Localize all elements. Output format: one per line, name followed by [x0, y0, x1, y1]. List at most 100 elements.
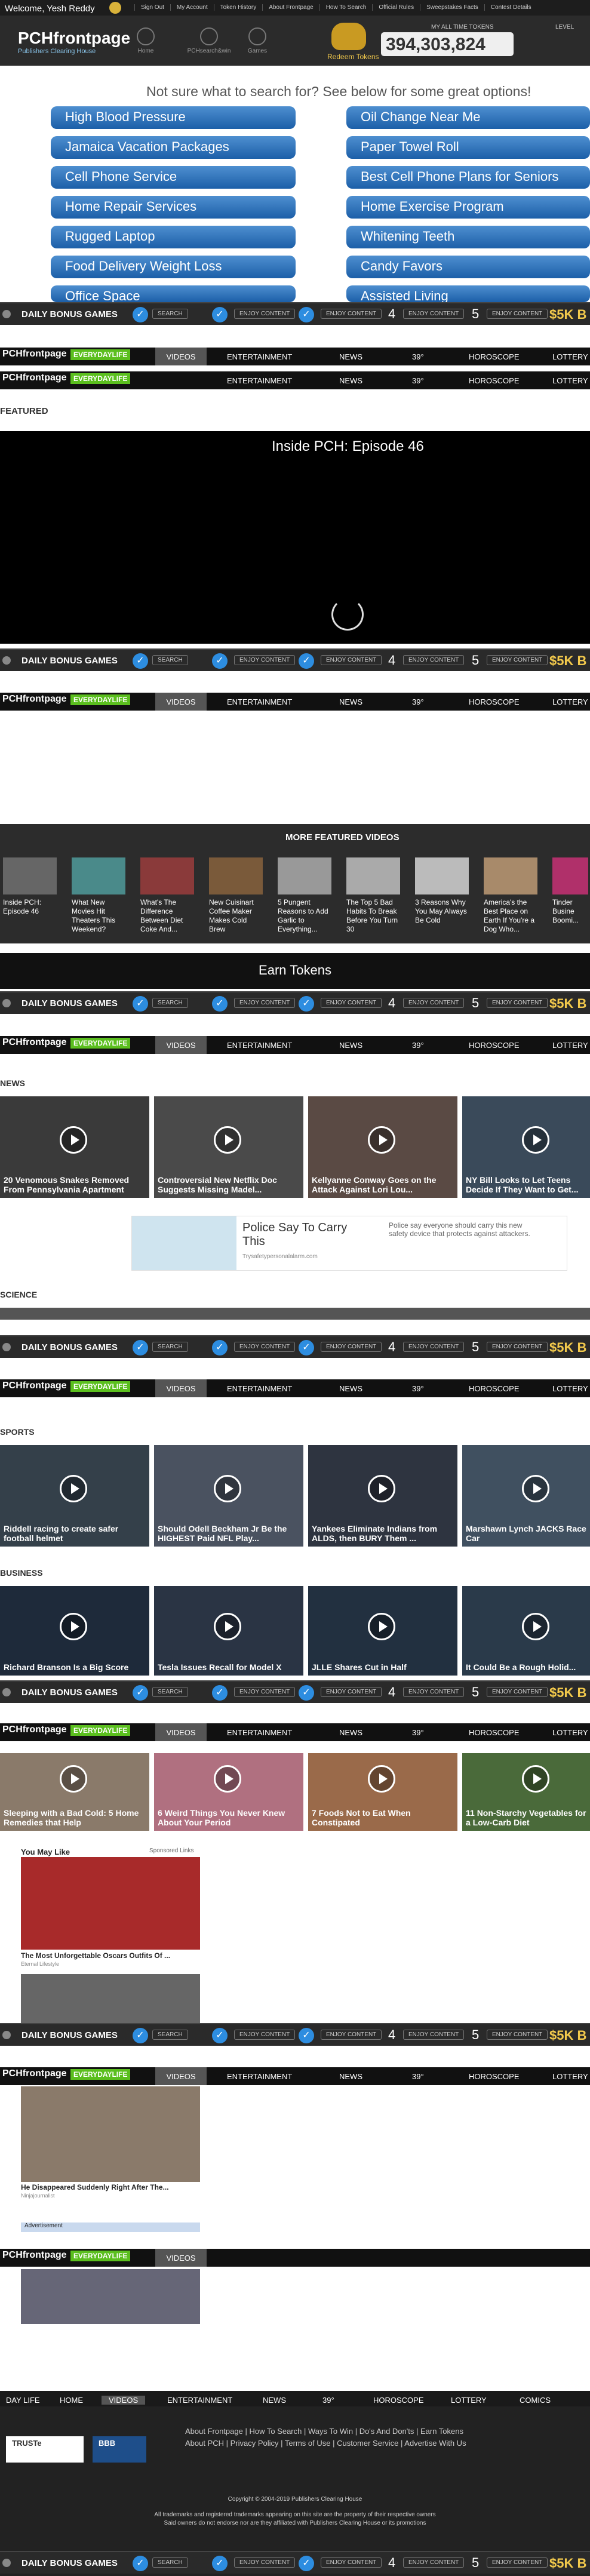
enjoy-content-task[interactable]: ENJOY CONTENT: [487, 655, 548, 665]
enjoy-content-task[interactable]: ENJOY CONTENT: [234, 655, 296, 665]
suggestion-button[interactable]: High Blood Pressure: [51, 106, 296, 129]
nav-weather[interactable]: 39°: [412, 376, 424, 385]
enjoy-content-task[interactable]: ENJOY CONTENT: [321, 1342, 382, 1352]
search-task[interactable]: SEARCH: [152, 1342, 188, 1352]
footer-nav-entertainment[interactable]: ENTERTAINMENT: [167, 2396, 232, 2405]
nav-horoscope[interactable]: HOROSCOPE: [469, 376, 520, 385]
nav-logo[interactable]: PCHfrontpage: [2, 2068, 67, 2079]
footer-nav-weather[interactable]: 39°: [322, 2396, 334, 2405]
nav-logo[interactable]: PCHfrontpage: [2, 1381, 67, 1391]
footer-nav-videos[interactable]: VIDEOS: [102, 2396, 146, 2405]
business-card[interactable]: JLLE Shares Cut in Half: [308, 1586, 457, 1676]
featured-video-item[interactable]: Tinder Busine Boomi...: [552, 857, 588, 925]
how-to-search-link[interactable]: How To Search: [319, 4, 373, 11]
nav-lottery[interactable]: LOTTERY: [552, 376, 588, 385]
nav-lottery[interactable]: LOTTERY: [552, 1728, 588, 1737]
enjoy-content-task[interactable]: ENJOY CONTENT: [403, 2557, 465, 2568]
featured-video-item[interactable]: The Top 5 Bad Habits To Break Before You…: [346, 857, 400, 934]
truste-badge[interactable]: TRUSTe: [6, 2436, 84, 2463]
nav-weather[interactable]: 39°: [412, 352, 424, 361]
featured-video-item[interactable]: 5 Pungent Reasons to Add Garlic to Every…: [278, 857, 331, 934]
enjoy-content-task[interactable]: ENJOY CONTENT: [234, 1342, 296, 1352]
about-frontpage-link[interactable]: About Frontpage: [262, 4, 319, 11]
suggestion-button[interactable]: Whitening Teeth: [346, 226, 590, 248]
nav-entertainment[interactable]: ENTERTAINMENT: [227, 1041, 292, 1050]
nav-news[interactable]: NEWS: [339, 697, 362, 706]
suggestion-button[interactable]: Rugged Laptop: [51, 226, 296, 248]
suggestion-button[interactable]: Assisted Living: [346, 285, 590, 302]
nav-horoscope[interactable]: HOROSCOPE: [469, 1384, 520, 1393]
nav-videos[interactable]: VIDEOS: [155, 348, 207, 365]
enjoy-content-task[interactable]: ENJOY CONTENT: [403, 1687, 465, 1697]
suggestion-button[interactable]: Jamaica Vacation Packages: [51, 136, 296, 159]
health-card[interactable]: Sleeping with a Bad Cold: 5 Home Remedie…: [0, 1753, 149, 1831]
everydaylife-badge[interactable]: EVERYDAYLIFE: [70, 2069, 131, 2080]
nav-entertainment[interactable]: ENTERTAINMENT: [227, 1384, 292, 1393]
footer-links-row-2[interactable]: About PCH | Privacy Policy | Terms of Us…: [185, 2439, 466, 2448]
nav-news[interactable]: NEWS: [339, 1041, 362, 1050]
nav-logo[interactable]: PCHfrontpage: [2, 2250, 67, 2261]
earn-tokens-banner[interactable]: Earn Tokens: [0, 953, 590, 989]
sponsored-image[interactable]: [21, 1974, 200, 2029]
nav-horoscope[interactable]: HOROSCOPE: [469, 697, 520, 706]
enjoy-content-task[interactable]: ENJOY CONTENT: [234, 309, 296, 319]
nav-entertainment[interactable]: ENTERTAINMENT: [227, 352, 292, 361]
suggestion-button[interactable]: Food Delivery Weight Loss: [51, 256, 296, 278]
news-card[interactable]: Kellyanne Conway Goes on the Attack Agai…: [308, 1096, 457, 1198]
sponsored-image[interactable]: [21, 2086, 200, 2182]
redeem-tokens-link[interactable]: Redeem Tokens: [327, 53, 379, 61]
nav-entertainment[interactable]: ENTERTAINMENT: [227, 2072, 292, 2081]
everydaylife-badge[interactable]: EVERYDAYLIFE: [70, 349, 131, 360]
info-icon[interactable]: [2, 1343, 11, 1351]
nav-horoscope[interactable]: HOROSCOPE: [469, 1041, 520, 1050]
enjoy-content-task[interactable]: ENJOY CONTENT: [487, 2030, 548, 2040]
nav-news[interactable]: NEWS: [339, 376, 362, 385]
nav-horoscope[interactable]: HOROSCOPE: [469, 1728, 520, 1737]
info-icon[interactable]: [2, 656, 11, 665]
enjoy-content-task[interactable]: ENJOY CONTENT: [487, 1342, 548, 1352]
suggestion-button[interactable]: Paper Towel Roll: [346, 136, 590, 159]
everydaylife-badge[interactable]: EVERYDAYLIFE: [70, 694, 131, 705]
nav-weather[interactable]: 39°: [412, 1728, 424, 1737]
nav-lottery[interactable]: LOTTERY: [552, 697, 588, 706]
enjoy-content-task[interactable]: ENJOY CONTENT: [403, 309, 465, 319]
news-card[interactable]: 20 Venomous Snakes Removed From Pennsylv…: [0, 1096, 149, 1198]
enjoy-content-task[interactable]: ENJOY CONTENT: [403, 998, 465, 1008]
everydaylife-badge[interactable]: EVERYDAYLIFE: [70, 1725, 131, 1736]
video-player[interactable]: Inside PCH: Episode 46: [0, 431, 590, 644]
search-task[interactable]: SEARCH: [152, 655, 188, 665]
nav-lottery[interactable]: LOTTERY: [552, 2072, 588, 2081]
business-card[interactable]: Richard Branson Is a Big Score: [0, 1586, 149, 1676]
bbb-badge[interactable]: BBB: [93, 2436, 146, 2463]
nav-lottery[interactable]: LOTTERY: [552, 1041, 588, 1050]
nav-lottery[interactable]: LOTTERY: [552, 1384, 588, 1393]
enjoy-content-task[interactable]: ENJOY CONTENT: [321, 655, 382, 665]
official-rules-link[interactable]: Official Rules: [372, 4, 420, 11]
nav-entertainment[interactable]: ENTERTAINMENT: [227, 376, 292, 385]
info-icon[interactable]: [2, 310, 11, 318]
sponsored-image[interactable]: [21, 1857, 200, 1950]
nav-horoscope[interactable]: HOROSCOPE: [469, 352, 520, 361]
nav-entertainment[interactable]: ENTERTAINMENT: [227, 697, 292, 706]
sponsored-title[interactable]: The Most Unforgettable Oscars Outfits Of…: [21, 1951, 170, 1960]
search-task[interactable]: SEARCH: [152, 309, 188, 319]
nav-videos[interactable]: VIDEOS: [155, 1036, 207, 1054]
sponsored-tag[interactable]: Sponsored Links: [149, 1848, 194, 1854]
news-card[interactable]: Controversial New Netflix Doc Suggests M…: [154, 1096, 303, 1198]
nav-videos[interactable]: VIDEOS: [155, 2067, 207, 2085]
health-card[interactable]: 6 Weird Things You Never Knew About Your…: [154, 1753, 303, 1831]
enjoy-content-task[interactable]: ENJOY CONTENT: [321, 998, 382, 1008]
info-icon[interactable]: [2, 1688, 11, 1696]
footer-nav-comics[interactable]: COMICS: [520, 2396, 551, 2405]
nav-weather[interactable]: 39°: [412, 697, 424, 706]
nav-news[interactable]: NEWS: [339, 1728, 362, 1737]
info-icon[interactable]: [2, 2031, 11, 2039]
everydaylife-badge[interactable]: EVERYDAYLIFE: [70, 2251, 131, 2261]
search-win-nav[interactable]: PCHsearch&win: [185, 27, 233, 54]
enjoy-content-task[interactable]: ENJOY CONTENT: [234, 1687, 296, 1697]
footer-nav-lottery[interactable]: LOTTERY: [451, 2396, 487, 2405]
suggestion-button[interactable]: Best Cell Phone Plans for Seniors: [346, 166, 590, 189]
contest-details-link[interactable]: Contest Details: [484, 4, 537, 11]
sports-card[interactable]: Yankees Eliminate Indians from ALDS, the…: [308, 1445, 457, 1547]
enjoy-content-task[interactable]: ENJOY CONTENT: [234, 998, 296, 1008]
